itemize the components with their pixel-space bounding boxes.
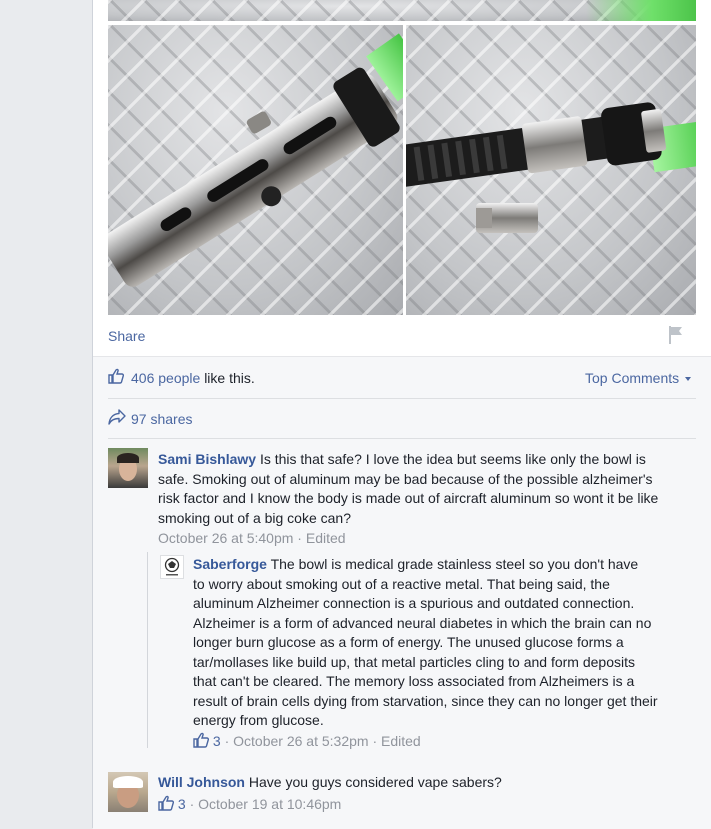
reply-line: longer burn glucose as a form of energy.… — [193, 634, 624, 650]
reply-line: result of brain cells dying from starvat… — [193, 692, 658, 709]
post-photo-right[interactable] — [406, 25, 696, 315]
reply-line: tar/mollases like build up, that metal p… — [193, 653, 635, 670]
comment-timestamp[interactable]: October 26 at 5:40pm — [158, 530, 293, 546]
reply-timestamp[interactable]: October 26 at 5:32pm — [233, 733, 368, 749]
reply-line: Alzheimer is a form of advanced neural d… — [193, 614, 652, 631]
top-comments-label: Top Comments — [585, 370, 680, 386]
avatar-will-johnson[interactable] — [108, 772, 148, 812]
reply-like-count[interactable]: 3 — [213, 733, 221, 749]
saber-hilt-image-right — [406, 102, 696, 233]
share-arrow-icon — [108, 409, 126, 425]
comment-text: Is this that safe? I love the idea but s… — [259, 451, 646, 467]
reply-text: The bowl is medical grade stainless stee… — [270, 556, 639, 572]
reply-body-saberforge: Saberforge The bowl is medical grade sta… — [193, 555, 693, 731]
likes-suffix: like this. — [204, 370, 255, 386]
divider-likes — [108, 398, 696, 399]
avatar-saberforge[interactable] — [160, 555, 184, 579]
comment-like-count[interactable]: 3 — [178, 796, 186, 812]
reply-line: Saberforge The bowl is medical grade sta… — [193, 555, 693, 575]
comment-timestamp[interactable]: October 19 at 10:46pm — [198, 796, 341, 812]
shares-count-link[interactable]: 97 shares — [131, 411, 192, 427]
top-comments-dropdown[interactable]: Top Comments — [585, 370, 692, 386]
comment-body-sami: Sami Bishlawy Is this that safe? I love … — [158, 450, 693, 528]
reply-edited-label[interactable]: Edited — [381, 733, 421, 749]
comment-author-will[interactable]: Will Johnson — [158, 774, 245, 790]
reply-line: energy from glucose. — [193, 712, 324, 728]
comment-line: safe. Smoking out of aluminum may be bad… — [158, 470, 653, 487]
edited-label[interactable]: Edited — [306, 530, 346, 546]
saber-hilt-image-left — [108, 33, 403, 287]
post-photo-left[interactable] — [108, 25, 403, 315]
comment-line: risk factor and I know the body is made … — [158, 490, 659, 506]
avatar-hair — [117, 453, 139, 463]
avatar-sami-bishlawy[interactable] — [108, 448, 148, 488]
comment-body-will: Will Johnson Have you guys considered va… — [158, 773, 693, 793]
like-icon[interactable] — [108, 368, 124, 384]
reply-line: to worry about smoking out of a reactive… — [193, 575, 610, 592]
reply-thread-line — [147, 552, 148, 748]
post-photo-top[interactable] — [108, 0, 696, 21]
comment-text: Have you guys considered vape sabers? — [248, 774, 502, 790]
avatar-cap — [113, 776, 143, 788]
caret-down-icon — [685, 377, 692, 382]
left-gutter — [0, 0, 92, 828]
likes-count-link[interactable]: 406 people — [131, 370, 200, 386]
reply-meta: 3 · October 26 at 5:32pm · Edited — [193, 732, 421, 749]
reply-like-icon[interactable] — [193, 732, 209, 748]
likes-summary: 406 people like this. — [131, 370, 255, 386]
divider-shares — [108, 438, 696, 439]
reply-line: that can't be cleared. The memory loss a… — [193, 673, 635, 689]
saberforge-logo-icon — [164, 557, 180, 576]
share-link[interactable]: Share — [108, 328, 145, 344]
comment-line: Sami Bishlawy Is this that safe? I love … — [158, 450, 693, 470]
comment-meta-sami: October 26 at 5:40pm · Edited — [158, 530, 346, 546]
reply-author-saberforge[interactable]: Saberforge — [193, 556, 267, 572]
flag-icon[interactable] — [667, 325, 685, 345]
comment-meta-will: 3 · October 19 at 10:46pm — [158, 795, 341, 812]
comment-author-sami[interactable]: Sami Bishlawy — [158, 451, 256, 467]
comment-line: Will Johnson Have you guys considered va… — [158, 773, 693, 793]
comment-like-icon[interactable] — [158, 795, 174, 811]
reply-line: aluminum Alzheimer connection is a spuri… — [193, 595, 635, 611]
comment-line: smoking out of a big coke can? — [158, 509, 352, 526]
saber-blade-glow — [586, 0, 696, 21]
